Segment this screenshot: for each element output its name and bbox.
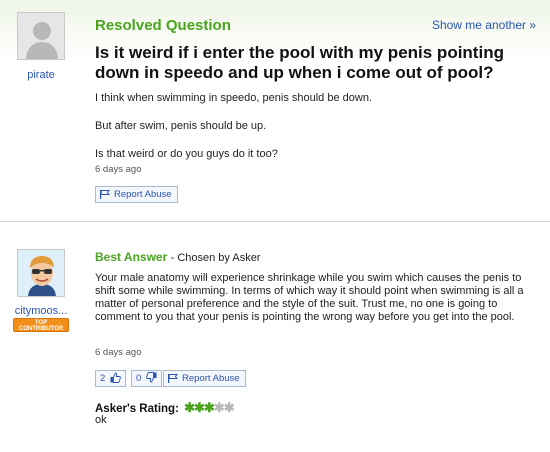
report-abuse-label: Report Abuse: [114, 189, 172, 200]
default-avatar-icon: [18, 13, 64, 59]
thumbs-up-button[interactable]: 2: [95, 370, 126, 387]
star-empty-icon: ✱: [223, 400, 235, 415]
yahoo-answers-page: pirate Resolved Question Show me another…: [0, 0, 550, 452]
star-filled-icon: ✱: [184, 400, 195, 415]
rating-stars: ✱✱✱✱✱: [184, 400, 235, 416]
answerer-name-link[interactable]: citymoos...: [6, 305, 76, 317]
report-abuse-button[interactable]: Report Abuse: [95, 186, 178, 203]
thumbs-down-count: 0: [136, 373, 142, 384]
answerer-avatar[interactable]: [17, 249, 65, 297]
star-empty-icon: ✱: [213, 400, 225, 415]
best-answer-label: Best Answer: [95, 250, 168, 264]
question-title: Is it weird if i enter the pool with my …: [95, 43, 504, 82]
question-paragraph: I think when swimming in speedo, penis s…: [95, 92, 372, 104]
question-paragraph: Is that weird or do you guys do it too?: [95, 148, 278, 160]
answer-report-abuse-button[interactable]: Report Abuse: [163, 370, 246, 387]
star-filled-icon: ✱: [194, 400, 205, 415]
badge-line: CONTRIBUTOR: [18, 326, 64, 332]
top-contributor-badge: TOP CONTRIBUTOR: [13, 318, 69, 332]
askers-rating: Asker's Rating: ✱✱✱✱✱: [95, 400, 235, 416]
flag-icon: [100, 190, 110, 199]
report-abuse-label: Report Abuse: [182, 373, 240, 384]
question-body: I think when swimming in speedo, penis s…: [95, 92, 535, 161]
question-section: pirate Resolved Question Show me another…: [0, 0, 550, 222]
thumbs-down-button[interactable]: 0: [131, 370, 162, 387]
show-me-another-link[interactable]: Show me another »: [432, 18, 536, 32]
asker-name-link[interactable]: pirate: [8, 69, 74, 81]
question-paragraph: But after swim, penis should be up.: [95, 120, 267, 132]
answer-timestamp: 6 days ago: [95, 347, 142, 358]
answer-body: Your male anatomy will experience shrink…: [95, 272, 524, 323]
best-answer-section: citymoos... TOP CONTRIBUTOR Best Answer …: [0, 223, 550, 452]
star-filled-icon: ✱: [203, 400, 215, 415]
resolved-question-heading: Resolved Question: [95, 17, 231, 34]
thumbs-up-count: 2: [100, 373, 106, 384]
flag-icon: [168, 374, 178, 383]
cartoon-avatar-icon: [18, 250, 64, 296]
rating-label: Asker's Rating:: [95, 403, 179, 415]
rating-comment: ok: [95, 414, 107, 426]
thumbs-down-icon: [146, 372, 157, 383]
best-answer-heading: Best Answer - Chosen by Asker: [95, 250, 260, 264]
thumbs-up-icon: [110, 372, 121, 383]
asker-avatar[interactable]: [17, 12, 65, 60]
question-timestamp: 6 days ago: [95, 164, 142, 175]
chosen-by-label: - Chosen by Asker: [170, 252, 261, 264]
